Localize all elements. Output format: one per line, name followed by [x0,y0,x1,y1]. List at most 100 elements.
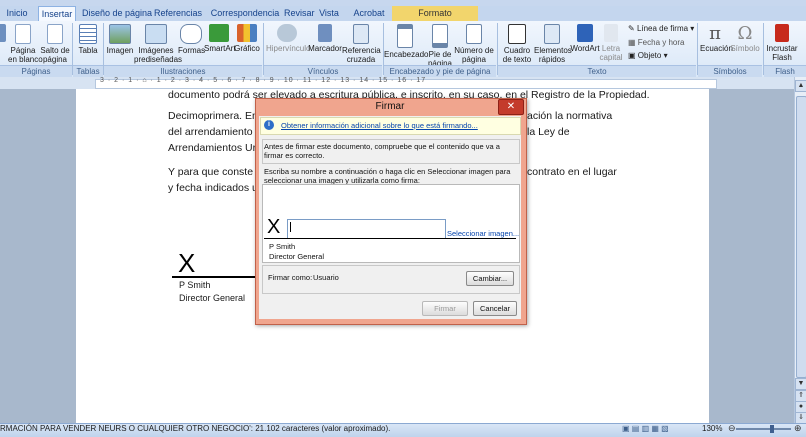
cancel-button[interactable]: Cancelar [473,301,517,316]
numero-de-pagina-button[interactable]: Número de página [454,24,494,64]
group-label-ilustraciones: Ilustraciones [104,65,262,77]
fecha-y-hora-label: Fecha y hora [637,38,685,47]
objeto-label: Objeto [637,51,662,60]
tab-referencias[interactable]: Referencias [154,6,202,21]
pagina-en-blanco-button[interactable]: Página en blanco [8,24,43,64]
arrow-down-icon: ▼ [797,380,805,387]
pie-de-pagina-button[interactable]: Pie de página [426,24,454,68]
letra-capital-button[interactable]: Letra capital [598,24,624,62]
imagenes-prediseñadas-button[interactable]: Imágenes prediseñadas [134,24,183,64]
close-icon[interactable]: ✕ [498,99,524,115]
marcador-button[interactable]: Marcador [308,24,342,53]
ecuacion-button[interactable]: π Ecuación [700,23,733,54]
signing-as-value: Usuario [313,273,339,282]
simbolo-label: Símbolo [730,44,760,53]
doc-paragraph-1-right: ación la normativa [527,110,613,122]
imagen-button[interactable]: Imagen [106,24,134,55]
imagenes-prediseñadas-label: Imágenes prediseñadas [134,46,183,64]
ruler-ticks: 3 · 2 · 1 · ⌂ · 1 · 2 · 3 · 4 · 5 · 6 · … [100,77,427,84]
cuadro-de-texto-label: Cuadro de texto [502,46,532,64]
tab-vista[interactable]: Vista [318,6,340,21]
tab-correspondencia[interactable]: Correspondencia [210,6,280,21]
signature-line-x: X [178,248,196,278]
formas-button[interactable]: Formas [178,24,205,55]
encabezado-label: Encabezado [384,50,429,59]
tab-insertar[interactable]: Insertar [38,6,76,22]
salto-de-pagina-button[interactable]: Salto de página [40,24,70,64]
smartart-button[interactable]: SmartArt [204,24,236,53]
picture-icon [109,24,131,44]
view-buttons[interactable]: ▣ ▤ ▥ ▦ ▧ [622,424,669,433]
portada-button[interactable] [0,24,8,44]
ribbon: Página en blanco Salto de página Páginas… [0,21,806,78]
signature-name: P Smith [179,280,211,290]
text-box-icon [508,24,526,44]
marcador-label: Marcador [308,44,342,53]
salto-de-pagina-label: Salto de página [40,46,70,64]
elementos-rapidos-label: Elementos rápidos [534,46,572,64]
more-info-link[interactable]: Obtener información adicional sobre lo q… [281,121,478,130]
tab-acrobat[interactable]: Acrobat [352,6,386,21]
tab-formato[interactable]: Formato [392,6,478,21]
grafico-button[interactable]: Gráfico [234,24,260,53]
smartart-icon [209,24,229,42]
group-label-texto: Texto [498,65,696,77]
elementos-rapidos-button[interactable]: Elementos rápidos [534,24,572,64]
signature-name-input[interactable] [287,219,446,239]
group-label-encabezado: Encabezado y pie de página [384,65,496,77]
objeto-button[interactable]: ▣ Objeto ▾ [628,51,668,60]
zoom-slider[interactable] [736,428,791,430]
grafico-label: Gráfico [234,44,260,53]
signature-underline [264,238,516,239]
ribbon-tabs: Inicio Insertar Diseño de página Referen… [0,6,806,22]
calendar-icon: ▦ [628,38,638,47]
signature-line-icon: ✎ [628,24,637,33]
signature-line[interactable] [172,276,267,278]
signature-x-mark: X [267,216,281,238]
change-button[interactable]: Cambiar... [466,271,514,286]
zoom-level[interactable]: 130% [702,424,722,433]
doc-paragraph-4-right: contrato en el lugar [527,166,617,178]
header-icon [397,24,413,48]
wordart-icon [577,24,593,42]
tab-inicio[interactable]: Inicio [4,6,30,21]
globe-icon [277,24,297,42]
linea-de-firma-label: Línea de firma [636,24,689,33]
scroll-up-button[interactable]: ▲ [795,80,806,92]
fecha-y-hora-button[interactable]: ▦ Fecha y hora [628,38,684,47]
simbolo-button[interactable]: Ω Símbolo [730,24,760,54]
incrustar-flash-label: Incrustar Flash [766,44,798,62]
linea-de-firma-button[interactable]: ✎ Línea de firma ▾ [628,24,694,33]
blank-page-icon [15,24,31,44]
incrustar-flash-button[interactable]: Incrustar Flash [764,24,800,62]
signer-name: P Smith [269,242,296,251]
tab-revisar[interactable]: Revisar [284,6,315,21]
sign-button[interactable]: Firmar [422,301,468,316]
tabla-button[interactable]: Tabla [76,24,100,55]
doc-paragraph-5-start: y fecha indicados ut [168,182,261,194]
scroll-thumb[interactable] [796,96,806,378]
referencia-cruzada-label: Referencia cruzada [342,46,381,64]
ecuacion-label: Ecuación [700,44,733,53]
scroll-down-button[interactable]: ▼ [795,378,806,390]
shapes-icon [180,24,202,44]
wordart-button[interactable]: WordArt [570,24,600,53]
pi-icon: π [709,23,721,44]
cuadro-de-texto-button[interactable]: Cuadro de texto [500,24,534,64]
workspace-right [709,89,794,423]
page-number-icon [466,24,482,44]
group-label-paginas: Páginas [0,65,72,77]
encabezado-button[interactable]: Encabezado [384,24,429,59]
tab-diseno-de-pagina[interactable]: Diseño de página [82,6,152,21]
hipervinculo-button[interactable]: Hipervínculo [266,24,310,53]
letra-capital-label: Letra capital [599,44,623,62]
select-image-link[interactable]: Seleccionar imagen... [447,229,519,238]
zoom-slider-knob[interactable] [770,425,774,433]
zoom-in-icon[interactable]: ⊕ [794,423,802,434]
group-label-tablas: Tablas [73,65,103,77]
clipart-icon [145,24,167,44]
object-icon: ▣ [628,51,638,60]
zoom-out-icon[interactable]: ⊖ [728,423,736,434]
group-label-vinculos: Vínculos [264,65,382,77]
referencia-cruzada-button[interactable]: Referencia cruzada [342,24,381,64]
